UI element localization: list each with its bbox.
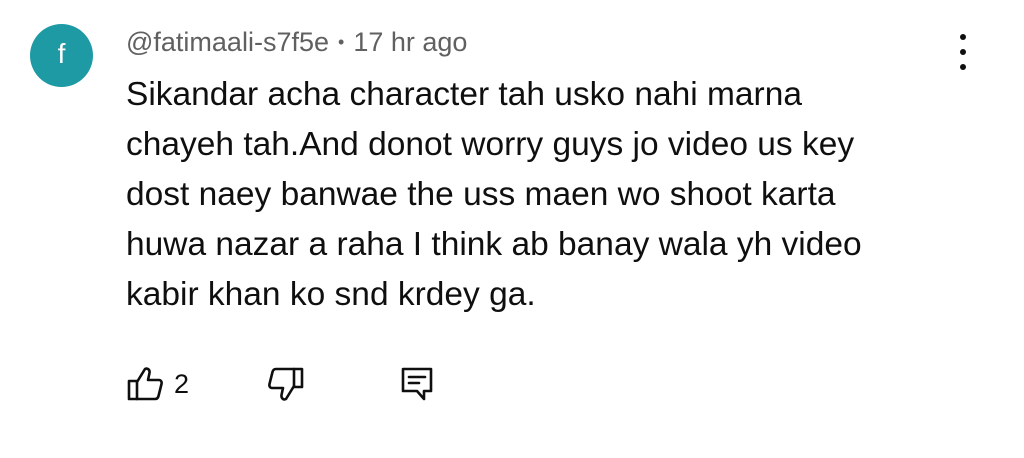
comment-text-line: dost naey banwae the uss maen wo shoot k… <box>126 176 836 213</box>
like-count: 2 <box>174 368 190 399</box>
comment-text-line: kabir khan ko snd krdey ga. <box>126 276 536 313</box>
comment-actions: 2 <box>126 362 436 406</box>
comment-item: f @fatimaali-s7f5e • 17 hr ago Sikandar … <box>0 0 1024 458</box>
meta-separator: • <box>338 31 345 52</box>
more-vertical-icon <box>960 34 966 40</box>
thumbs-down-icon <box>268 367 304 401</box>
avatar-letter: f <box>57 38 66 69</box>
comment-text-line: chayeh tah.And donot worry guys jo video… <box>126 126 855 163</box>
reply-button[interactable] <box>398 365 436 403</box>
comment-meta: @fatimaali-s7f5e • 17 hr ago <box>126 24 467 60</box>
dislike-button[interactable] <box>267 365 305 403</box>
comment-time[interactable]: 17 hr ago <box>353 27 467 58</box>
author-name[interactable]: @fatimaali-s7f5e <box>126 27 329 58</box>
more-options-button[interactable] <box>948 34 978 70</box>
comment-text-line: huwa nazar a raha I think ab banay wala … <box>126 226 862 263</box>
comment-text-line: Sikandar acha character tah usko nahi ma… <box>126 76 802 113</box>
more-vertical-icon-dot <box>960 49 966 55</box>
comment-text: Sikandar acha character tah usko nahi ma… <box>126 70 926 320</box>
thumbs-up-icon <box>127 367 163 401</box>
avatar[interactable]: f <box>30 24 93 87</box>
like-button[interactable]: 2 <box>126 365 189 403</box>
reply-comment-icon <box>401 367 433 401</box>
more-vertical-icon-dot <box>960 64 966 70</box>
